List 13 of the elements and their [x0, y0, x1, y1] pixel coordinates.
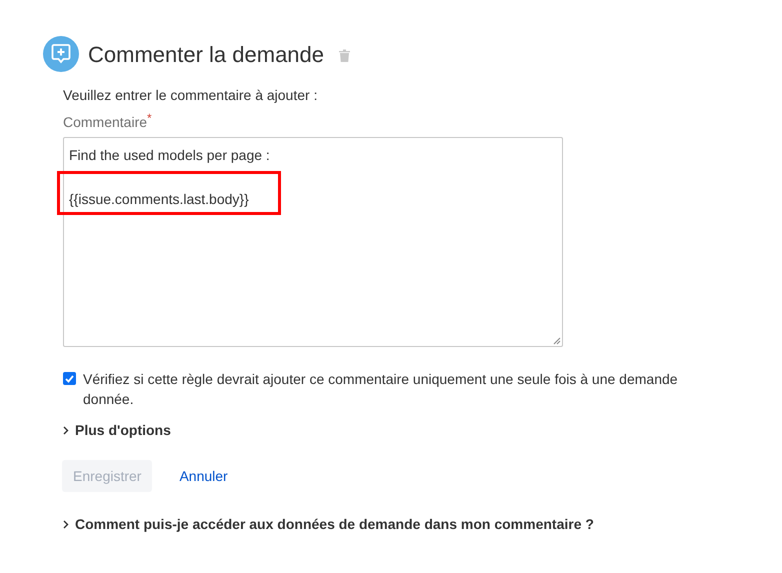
intro-text: Veuillez entrer le commentaire à ajouter : — [63, 86, 318, 105]
checkbox[interactable] — [63, 372, 76, 385]
help-toggle[interactable]: Comment puis-je accéder aux données de demande dans mon commentaire ? — [75, 514, 594, 535]
field-label: Commentaire — [63, 114, 148, 132]
page-title: Commenter la demande — [88, 40, 324, 68]
comment-line: {{issue.comments.last.body}} — [69, 191, 249, 207]
more-options-toggle[interactable]: Plus d'options — [75, 420, 171, 441]
comment-add-icon — [43, 36, 79, 72]
required-mark: * — [147, 112, 152, 124]
resize-handle-icon[interactable] — [552, 336, 561, 345]
checkbox-label: Vérifiez si cette règle devrait ajouter ce commentaire uniquement une seule fois à une demande donnée. — [83, 370, 679, 409]
cancel-link[interactable]: Annuler — [168, 460, 239, 492]
comment-line: Find the used models per page : — [69, 147, 270, 163]
